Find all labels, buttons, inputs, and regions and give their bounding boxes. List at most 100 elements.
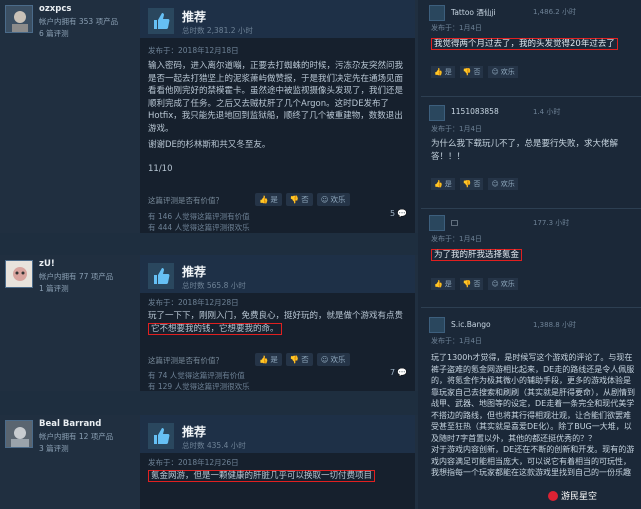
thumbs-down-icon: 👎 bbox=[462, 68, 472, 76]
review-body: 推荐 总时数 565.8 小时 发布于：2018年12月28日 玩了一下下，刚刚… bbox=[140, 255, 415, 391]
vote-no-button[interactable]: 👎 否 bbox=[459, 278, 484, 290]
owned-products[interactable]: 帐户内拥有 353 项产品 bbox=[39, 16, 118, 27]
thumbs-up-icon: 👍 bbox=[259, 355, 269, 364]
comment-text: 我觉得两个月过去了，我的头发觉得20年过去了 bbox=[431, 38, 637, 51]
review-card: zU! 帐户内拥有 77 项产品 1 篇评测 推荐 总时数 565.8 小时 发… bbox=[0, 255, 418, 391]
vote-funny-button[interactable]: ☺ 欢乐 bbox=[488, 278, 518, 290]
hours-played: 1,486.2 小时 bbox=[533, 8, 576, 16]
vote-buttons: 👍 是 👎 否 ☺ 欢乐 bbox=[255, 193, 350, 206]
helpful-stat: 有 146 人觉得这篇评测有价值 bbox=[148, 212, 250, 221]
helpful-question: 这篇评测是否有价值？ bbox=[148, 356, 223, 365]
avatar[interactable] bbox=[5, 260, 33, 288]
review-card: ozxpcs 帐户内拥有 353 项产品 6 篇评测 推荐 总时数 2,381.… bbox=[0, 0, 418, 233]
reviewer-name[interactable]: zU! bbox=[39, 259, 55, 269]
review-count[interactable]: 1 篇评测 bbox=[39, 283, 69, 294]
review-body: 推荐 总时数 435.4 小时 发布于：2018年12月26日 氪金网游，但是一… bbox=[140, 415, 415, 509]
helpful-stat: 有 74 人觉得这篇评测有价值 bbox=[148, 371, 245, 380]
thumbs-up-icon: 👍 bbox=[259, 195, 269, 204]
comment-card: Tattoo 酒仙ji 1,486.2 小时 发布于：1月4日 我觉得两个月过去… bbox=[421, 0, 641, 90]
thumbs-up-icon: 👍 bbox=[434, 180, 443, 188]
commenter-name[interactable]: □ bbox=[451, 218, 458, 227]
divider bbox=[421, 96, 641, 97]
post-date: 发布于：2018年12月28日 bbox=[148, 298, 239, 307]
vote-buttons: 👍 是 👎 否 ☺ 欢乐 bbox=[255, 353, 350, 366]
comment-count[interactable]: 5 💬 bbox=[390, 209, 407, 218]
comment-icon: 💬 bbox=[397, 368, 407, 377]
comment-text: 为了我的肝我选择氪金 bbox=[431, 249, 637, 262]
vote-no-button[interactable]: 👎 否 bbox=[285, 353, 313, 366]
reviewer-info[interactable]: zU! 帐户内拥有 77 项产品 1 篇评测 bbox=[5, 259, 140, 303]
review-count[interactable]: 3 篇评测 bbox=[39, 443, 69, 454]
thumbs-up-icon: 👍 bbox=[434, 68, 443, 76]
comment-count[interactable]: 7 💬 bbox=[390, 368, 407, 377]
commenter-name[interactable]: Tattoo 酒仙ji bbox=[451, 7, 496, 18]
highlighted-text: 我觉得两个月过去了，我的头发觉得20年过去了 bbox=[431, 38, 618, 50]
review-count[interactable]: 6 篇评测 bbox=[39, 28, 69, 39]
thumbs-down-icon: 👎 bbox=[289, 195, 300, 204]
thumbs-down-icon: 👎 bbox=[289, 355, 300, 364]
vote-funny-button[interactable]: ☺ 欢乐 bbox=[316, 193, 350, 206]
hours-played: 总时数 435.4 小时 bbox=[182, 441, 246, 450]
divider bbox=[421, 208, 641, 209]
thumbs-up-icon bbox=[148, 8, 174, 34]
post-date: 发布于：1月4日 bbox=[431, 337, 482, 345]
owned-products[interactable]: 帐户内拥有 12 项产品 bbox=[39, 431, 113, 442]
funny-stat: 有 129 人觉得这篇评测很欢乐 bbox=[148, 382, 250, 391]
thumbs-up-icon bbox=[148, 423, 174, 449]
vote-no-button[interactable]: 👎 否 bbox=[459, 178, 484, 190]
vote-yes-button[interactable]: 👍 是 bbox=[431, 66, 455, 78]
verdict-label: 推荐 bbox=[182, 10, 207, 24]
owned-products[interactable]: 帐户内拥有 77 项产品 bbox=[39, 271, 113, 282]
reviews-column: ozxpcs 帐户内拥有 353 项产品 6 篇评测 推荐 总时数 2,381.… bbox=[0, 0, 418, 509]
funny-stat: 有 444 人觉得这篇评测很欢乐 bbox=[148, 223, 250, 232]
post-date: 发布于：1月4日 bbox=[431, 24, 482, 32]
avatar[interactable] bbox=[429, 317, 445, 333]
highlighted-text: 为了我的肝我选择氪金 bbox=[431, 249, 523, 261]
avatar[interactable] bbox=[5, 5, 33, 33]
post-date: 发布于：2018年12月26日 bbox=[148, 458, 239, 467]
vote-yes-button[interactable]: 👍 是 bbox=[431, 278, 455, 290]
vote-yes-button[interactable]: 👍 是 bbox=[431, 178, 455, 190]
hours-played: 1.4 小时 bbox=[533, 108, 561, 116]
review-text: 谢谢DE的杉林斯和共又冬至友。 bbox=[148, 140, 271, 150]
watermark: 游民星空 bbox=[548, 489, 597, 502]
hours-played: 1,388.8 小时 bbox=[533, 321, 576, 329]
vote-buttons: 👍 是 👎 否 ☺ 欢乐 bbox=[431, 278, 518, 290]
vote-funny-button[interactable]: ☺ 欢乐 bbox=[316, 353, 350, 366]
avatar[interactable] bbox=[429, 215, 445, 231]
reviewer-name[interactable]: ozxpcs bbox=[39, 4, 71, 14]
comment-card: 1151083858 1.4 小时 发布于：1月4日 为什么我下载玩儿不了，总是… bbox=[421, 102, 641, 202]
review-text: 11/10 bbox=[148, 164, 173, 174]
smiley-icon: ☺ bbox=[491, 180, 499, 188]
vote-funny-button[interactable]: ☺ 欢乐 bbox=[488, 178, 518, 190]
post-date: 发布于：2018年12月18日 bbox=[148, 46, 239, 55]
smiley-icon: ☺ bbox=[320, 195, 329, 204]
post-date: 发布于：1月4日 bbox=[431, 235, 482, 243]
hours-played: 总时数 2,381.2 小时 bbox=[182, 26, 253, 35]
review-text: 输入密码，进入离尔道嘣，正要去打蜘蛛的时候，污冻尕友突然问我是否一起去打猎坚上的… bbox=[148, 61, 404, 134]
helpful-question: 这篇评测是否有价值？ bbox=[148, 196, 223, 205]
reviewer-info[interactable]: Beal Barrand 帐户内拥有 12 项产品 3 篇评测 bbox=[5, 419, 140, 463]
review-card: Beal Barrand 帐户内拥有 12 项产品 3 篇评测 推荐 总时数 4… bbox=[0, 415, 418, 509]
reviewer-info[interactable]: ozxpcs 帐户内拥有 353 项产品 6 篇评测 bbox=[5, 4, 140, 48]
vote-yes-button[interactable]: 👍 是 bbox=[255, 193, 282, 206]
avatar[interactable] bbox=[429, 5, 445, 21]
smiley-icon: ☺ bbox=[491, 280, 499, 288]
hours-played: 总时数 565.8 小时 bbox=[182, 281, 246, 290]
commenter-name[interactable]: 1151083858 bbox=[451, 107, 499, 116]
vote-buttons: 👍 是 👎 否 ☺ 欢乐 bbox=[431, 178, 518, 190]
vote-yes-button[interactable]: 👍 是 bbox=[255, 353, 282, 366]
review-body: 推荐 总时数 2,381.2 小时 发布于：2018年12月18日 输入密码，进… bbox=[140, 0, 415, 233]
vote-no-button[interactable]: 👎 否 bbox=[459, 66, 484, 78]
hours-played: 177.3 小时 bbox=[533, 219, 570, 227]
commenter-name[interactable]: S.ic.Bango bbox=[451, 320, 491, 329]
thumbs-up-icon: 👍 bbox=[434, 280, 443, 288]
vote-no-button[interactable]: 👎 否 bbox=[285, 193, 313, 206]
avatar[interactable] bbox=[429, 105, 445, 121]
post-date: 发布于：1月4日 bbox=[431, 125, 482, 133]
avatar[interactable] bbox=[5, 420, 33, 448]
vote-funny-button[interactable]: ☺ 欢乐 bbox=[488, 66, 518, 78]
comment-text: 玩了1300h才觉得，是时候写这个游戏的评论了。与现在裤子盗难的氪金网游相比起来… bbox=[431, 353, 635, 477]
reviewer-name[interactable]: Beal Barrand bbox=[39, 419, 101, 429]
review-text: 玩了一下下，刚刚入门，免费良心，挺好玩的，就是做个游戏有点贵它不想要我的钱，它想… bbox=[148, 311, 404, 335]
